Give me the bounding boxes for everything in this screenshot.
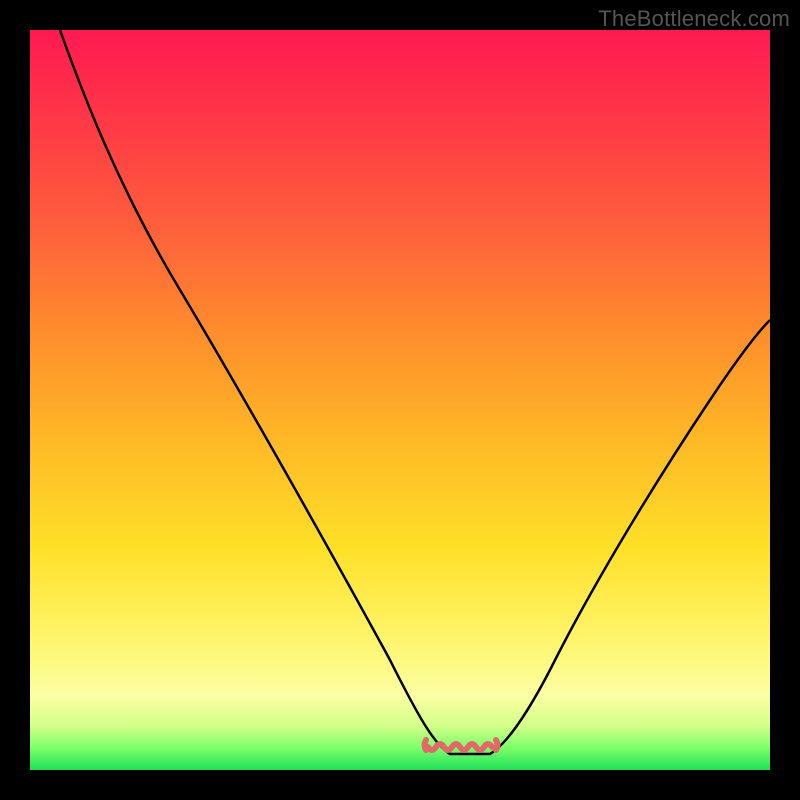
watermark-text: TheBottleneck.com	[598, 6, 790, 32]
chart-frame: TheBottleneck.com	[0, 0, 800, 800]
bottleneck-curve-svg	[30, 30, 770, 770]
bottleneck-curve	[60, 30, 770, 754]
plot-area	[30, 30, 770, 770]
